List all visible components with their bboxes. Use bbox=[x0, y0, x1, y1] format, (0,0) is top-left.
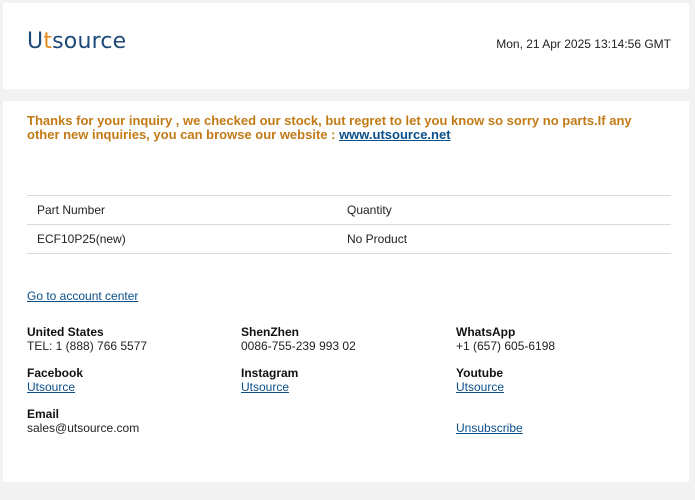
contact-email: Email sales@utsource.com bbox=[27, 407, 241, 448]
contact-label: Facebook bbox=[27, 366, 84, 380]
logo-text: source bbox=[52, 29, 127, 54]
unsubscribe-link[interactable]: Unsubscribe bbox=[456, 421, 523, 435]
contact-phone: TEL: 1 (888) 766 5577 bbox=[27, 339, 148, 353]
contact-label: Youtube bbox=[456, 366, 504, 380]
contact-label: Email bbox=[27, 407, 60, 421]
contact-grid: United States TEL: 1 (888) 766 5577 Shen… bbox=[27, 325, 671, 448]
website-link[interactable]: www.utsource.net bbox=[339, 127, 450, 142]
contact-whatsapp: WhatsApp +1 (657) 605-6198 bbox=[456, 325, 670, 366]
utsource-logo: Utsource bbox=[27, 29, 126, 54]
stock-notice: Thanks for your inquiry , we checked our… bbox=[27, 114, 667, 142]
logo-letter-u: U bbox=[27, 29, 44, 54]
contact-facebook: Facebook Utsource bbox=[27, 366, 241, 407]
empty-cell bbox=[241, 407, 456, 448]
parts-table: Part Number Quantity ECF10P25(new) No Pr… bbox=[27, 195, 671, 254]
email-date: Mon, 21 Apr 2025 13:14:56 GMT bbox=[496, 37, 671, 51]
column-header-quantity: Quantity bbox=[347, 203, 392, 217]
contact-row: United States TEL: 1 (888) 766 5577 Shen… bbox=[27, 325, 671, 366]
contact-united-states: United States TEL: 1 (888) 766 5577 bbox=[27, 325, 241, 366]
contact-youtube: Youtube Utsource bbox=[456, 366, 670, 407]
contact-phone: +1 (657) 605-6198 bbox=[456, 339, 556, 353]
table-row: ECF10P25(new) No Product bbox=[27, 225, 671, 254]
email-body: Thanks for your inquiry , we checked our… bbox=[3, 101, 689, 482]
column-header-part-number: Part Number bbox=[37, 203, 106, 217]
email-address: sales@utsource.com bbox=[27, 421, 140, 435]
contact-instagram: Instagram Utsource bbox=[241, 366, 456, 407]
account-center-link[interactable]: Go to account center bbox=[27, 289, 138, 303]
contact-label: WhatsApp bbox=[456, 325, 516, 339]
unsubscribe-cell: Unsubscribe bbox=[456, 407, 670, 448]
part-number-cell: ECF10P25(new) bbox=[37, 232, 126, 246]
contact-label: United States bbox=[27, 325, 104, 339]
quantity-cell: No Product bbox=[347, 232, 408, 246]
contact-label: Instagram bbox=[241, 366, 299, 380]
youtube-link[interactable]: Utsource bbox=[456, 380, 504, 394]
logo-letter-t: t bbox=[43, 29, 53, 54]
facebook-link[interactable]: Utsource bbox=[27, 380, 75, 394]
contact-row: Facebook Utsource Instagram Utsource You… bbox=[27, 366, 671, 407]
contact-shenzhen: ShenZhen 0086-755-239 993 02 bbox=[241, 325, 456, 366]
contact-label: ShenZhen bbox=[241, 325, 300, 339]
contact-row: Email sales@utsource.com Unsubscribe bbox=[27, 407, 671, 448]
email-header: Utsource Mon, 21 Apr 2025 13:14:56 GMT bbox=[3, 3, 689, 89]
table-header-row: Part Number Quantity bbox=[27, 196, 671, 225]
contact-phone: 0086-755-239 993 02 bbox=[241, 339, 356, 353]
notice-text: Thanks for your inquiry , we checked our… bbox=[27, 113, 632, 142]
instagram-link[interactable]: Utsource bbox=[241, 380, 289, 394]
